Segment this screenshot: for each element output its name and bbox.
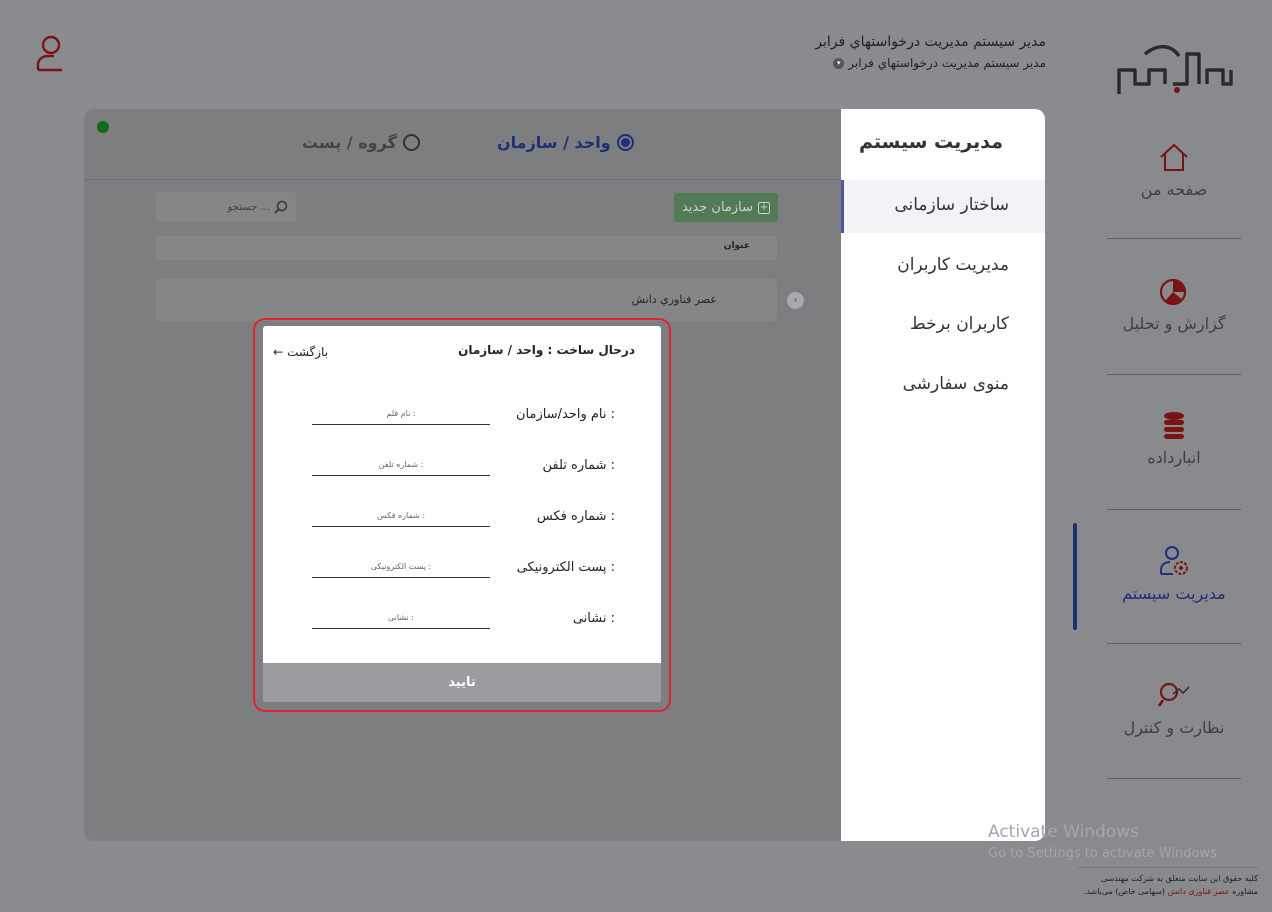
search-icon — [274, 200, 288, 214]
phone-input[interactable] — [312, 454, 490, 476]
menu-item-online-users[interactable]: کاربران برخط — [910, 314, 1009, 334]
database-icon — [1164, 412, 1184, 439]
nav-divider — [1107, 509, 1241, 510]
menu-heading: مدیریت سیستم — [859, 131, 1003, 153]
nav-item-system-management[interactable]: مدیریت سیستم — [1107, 544, 1241, 603]
back-label: بازگشت — [287, 345, 329, 359]
user-role-select[interactable]: ▾ مدير سيستم مديريت درخواستهاي فرابر — [833, 56, 1046, 70]
farabar-logo-icon — [1117, 45, 1233, 94]
address-label: نشانی : — [572, 611, 615, 626]
user-title: مدير سيستم مديريت درخواستهاي فرابر — [815, 34, 1046, 50]
email-input[interactable] — [312, 556, 490, 578]
arrow-left-icon: ← — [273, 345, 284, 359]
confirm-button[interactable]: تایید — [263, 663, 661, 702]
menu-item-user-management[interactable]: مدیریت کاربران — [897, 255, 1009, 275]
main-navigation: صفحه من گزارش و تحلیل انبارداده مدیریت س… — [1073, 0, 1272, 912]
create-organization-dialog: درحال ساخت : واحد / سازمان ← بازگشت نام … — [263, 326, 661, 702]
org-row-label: عصر فناوري دانش — [631, 293, 717, 306]
nav-item-label: نظارت و کنترل — [1123, 718, 1225, 737]
copyright-line-2-prefix: مشاوره — [1232, 887, 1258, 896]
radio-label: واحد / سازمان — [497, 133, 611, 152]
user-avatar-icon[interactable] — [34, 34, 68, 72]
org-name-label: نام واحد/سازمان : — [515, 407, 615, 422]
divider — [84, 179, 841, 180]
menu-item-org-structure[interactable]: ساختار سازمانی — [894, 195, 1009, 215]
search-input[interactable]: جستجو ... — [156, 192, 296, 222]
windows-activation-watermark: Activate Windows Go to Settings to activ… — [988, 822, 1221, 861]
new-organization-button[interactable]: سازمان جدید + — [674, 193, 778, 222]
user-role-label: مدير سيستم مديريت درخواستهاي فرابر — [848, 56, 1046, 70]
radio-group-post[interactable]: گروه / پست — [302, 133, 420, 152]
fax-input[interactable] — [312, 505, 490, 527]
back-button[interactable]: ← بازگشت — [273, 345, 328, 359]
plus-icon: + — [758, 201, 771, 214]
menu-item-custom-menu[interactable]: منوی سفارشی — [903, 374, 1009, 394]
system-management-menu: مدیریت سیستم ساختار سازمانی مدیریت کاربر… — [841, 109, 1045, 841]
watermark-line-2: Go to Settings to activate Windows. — [988, 846, 1221, 861]
copyright-line-1: کلیه حقوق این سایت متعلق به شرکت مهندسی — [1078, 867, 1258, 885]
nav-divider — [1107, 238, 1241, 239]
magnifier-chart-icon — [1157, 682, 1190, 707]
watermark-line-1: Activate Windows — [988, 822, 1139, 842]
org-tree-row[interactable]: عصر فناوري دانش — [156, 279, 777, 321]
new-organization-label: سازمان جدید — [681, 200, 754, 215]
table-header-title: عنوان — [156, 236, 777, 260]
radio-label: گروه / پست — [302, 133, 397, 152]
radio-checked-icon[interactable] — [616, 134, 634, 151]
chevron-down-icon[interactable]: ▾ — [833, 57, 845, 69]
copyright-note: کلیه حقوق این سایت متعلق به شرکت مهندسی … — [1078, 867, 1258, 898]
dialog-title: درحال ساخت : واحد / سازمان — [458, 343, 635, 357]
nav-item-datawarehouse[interactable]: انبارداده — [1107, 408, 1241, 467]
org-name-input[interactable] — [312, 403, 490, 425]
search-placeholder: جستجو ... — [227, 201, 270, 213]
radio-unchecked-icon[interactable] — [402, 134, 420, 151]
chevron-right-icon[interactable]: › — [787, 292, 804, 309]
status-indicator — [97, 121, 109, 133]
fax-label: شماره فکس : — [536, 509, 615, 524]
email-label: پست الکترونیکی : — [516, 560, 615, 575]
pie-chart-icon — [1159, 278, 1187, 306]
radio-unit-organization[interactable]: واحد / سازمان — [497, 133, 634, 152]
nav-item-home[interactable]: صفحه من — [1107, 140, 1241, 199]
copyright-line-2-suffix: (سهامی خاص) می‌باشد. — [1083, 887, 1166, 896]
user-gear-icon — [1160, 546, 1188, 575]
nav-divider — [1107, 778, 1241, 779]
copyright-brand-link[interactable]: عصر فناوری دانش — [1168, 887, 1230, 896]
nav-item-label: صفحه من — [1140, 180, 1208, 199]
nav-item-label: گزارش و تحلیل — [1122, 314, 1226, 333]
phone-label: شماره تلفن : — [542, 458, 616, 473]
nav-divider — [1107, 643, 1241, 644]
nav-divider — [1107, 374, 1241, 375]
home-icon — [1160, 143, 1188, 171]
nav-item-label: مدیریت سیستم — [1122, 584, 1226, 603]
nav-item-monitoring[interactable]: نظارت و کنترل — [1107, 678, 1241, 737]
nav-item-label: انبارداده — [1147, 448, 1201, 467]
nav-item-reports[interactable]: گزارش و تحلیل — [1107, 274, 1241, 333]
address-input[interactable] — [312, 607, 490, 629]
nav-active-indicator — [1073, 523, 1077, 630]
